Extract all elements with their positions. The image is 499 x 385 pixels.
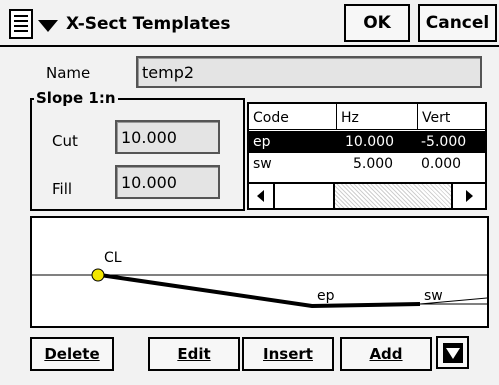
slope-group-label: Slope 1:n: [34, 89, 118, 107]
cancel-button[interactable]: Cancel: [418, 4, 497, 42]
fill-label: Fill: [52, 180, 73, 198]
fill-field[interactable]: 10.000: [115, 165, 220, 199]
cell-code: sw: [253, 156, 272, 172]
cell-vert: 0.000: [421, 156, 462, 172]
column-divider: [417, 104, 418, 130]
arrow-right-icon: [466, 190, 473, 202]
menu-icon: [9, 9, 58, 39]
name-field[interactable]: temp2: [136, 56, 482, 88]
cell-vert: -5.000: [421, 134, 467, 150]
add-button-label: Add: [369, 345, 403, 363]
column-header-code[interactable]: Code: [253, 108, 289, 128]
name-label: Name: [46, 64, 91, 82]
scroll-left-button[interactable]: [249, 184, 275, 208]
template-table[interactable]: Code Hz Vert ep 10.000 -5.000 sw 5.000 0…: [247, 102, 487, 210]
edit-button[interactable]: Edit: [148, 337, 240, 371]
ep-label: ep: [317, 288, 335, 304]
menu-button[interactable]: [6, 8, 62, 41]
arrow-left-icon: [257, 190, 264, 202]
table-row[interactable]: ep 10.000 -5.000: [249, 131, 485, 153]
cross-section-drawing: [32, 268, 487, 309]
column-header-vert[interactable]: Vert: [422, 108, 450, 128]
cut-label: Cut: [52, 132, 78, 150]
sw-label: sw: [424, 288, 443, 304]
scroll-track[interactable]: [335, 184, 451, 208]
cell-code: ep: [253, 134, 271, 150]
delete-button[interactable]: Delete: [30, 337, 114, 371]
scroll-thumb[interactable]: [275, 184, 335, 208]
column-divider: [336, 104, 337, 130]
centerline-point: [91, 268, 105, 282]
horizontal-scrollbar[interactable]: [249, 182, 485, 208]
centerline-label: CL: [104, 250, 122, 266]
cell-hz: 10.000: [345, 134, 394, 150]
edit-button-label: Edit: [177, 345, 211, 363]
window-title: X-Sect Templates: [66, 14, 231, 34]
chevron-down-icon: [442, 342, 463, 363]
cell-hz: 5.000: [353, 156, 394, 172]
more-options-button[interactable]: [436, 336, 469, 369]
add-button[interactable]: Add: [340, 337, 432, 371]
column-header-hz[interactable]: Hz: [341, 108, 359, 128]
scroll-right-button[interactable]: [451, 184, 485, 208]
ok-button[interactable]: OK: [344, 4, 410, 42]
insert-button[interactable]: Insert: [242, 337, 334, 371]
table-row[interactable]: sw 5.000 0.000: [249, 153, 485, 175]
delete-button-label: Delete: [44, 345, 100, 363]
cut-field[interactable]: 10.000: [115, 120, 220, 154]
insert-button-label: Insert: [263, 345, 313, 363]
cross-section-preview: CL ep sw: [30, 216, 489, 328]
